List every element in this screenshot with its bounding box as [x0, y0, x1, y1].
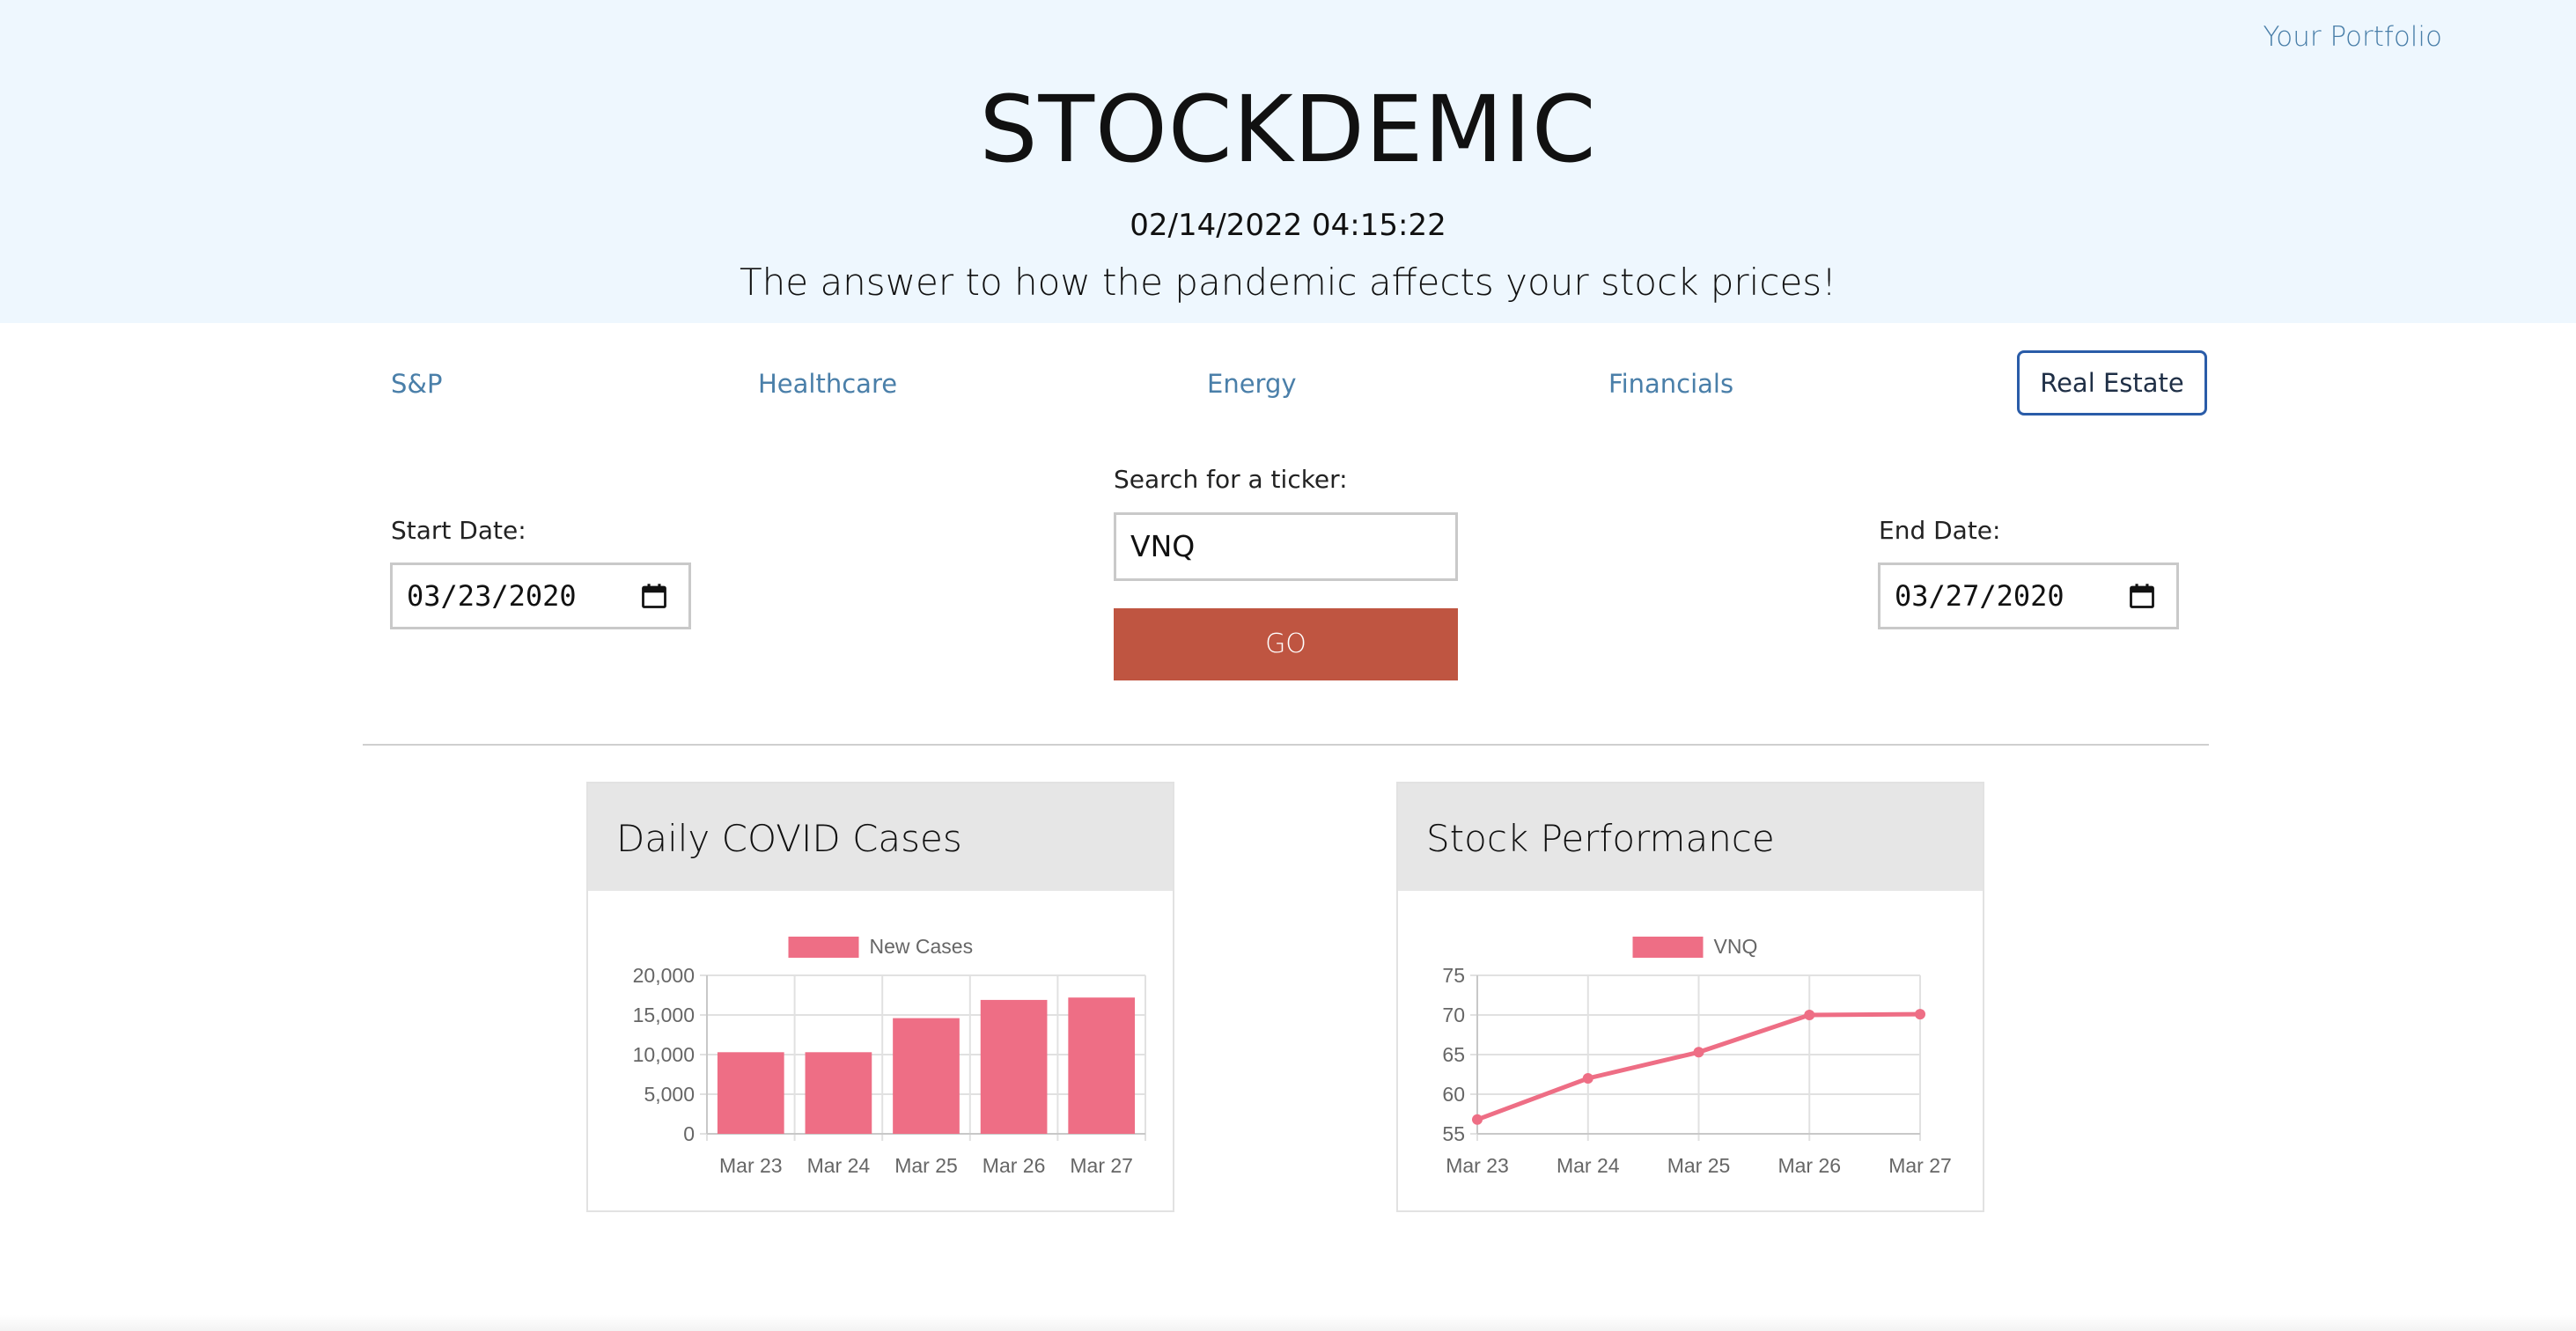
y-tick-label: 0 [683, 1122, 695, 1145]
x-tick-label: Mar 27 [1888, 1154, 1952, 1177]
y-tick-label: 70 [1442, 1004, 1465, 1026]
card-header: Stock Performance [1398, 783, 1983, 891]
go-button[interactable]: GO [1114, 608, 1458, 680]
x-tick-label: Mar 26 [983, 1154, 1046, 1177]
ticker-label: Search for a ticker: [1114, 465, 1348, 494]
sector-tab-real-estate[interactable]: Real Estate [2017, 350, 2207, 415]
page-header: Your Portfolio STOCKDEMIC 02/14/2022 04:… [0, 0, 2576, 323]
x-tick-label: Mar 27 [1070, 1154, 1133, 1177]
tagline: The answer to how the pandemic affects y… [739, 261, 1836, 304]
y-tick-label: 55 [1442, 1122, 1465, 1145]
stock-performance-card: Stock Performance VNQ 75 70 65 60 55 Mar 23 Mar… [1396, 782, 1984, 1212]
sector-tab-healthcare[interactable]: Healthcare [758, 368, 897, 400]
end-date-input[interactable]: 03/27/2020 [1878, 563, 2179, 629]
data-point [1693, 1047, 1704, 1058]
brand-title: STOCKDEMIC [979, 76, 1597, 183]
legend-swatch [788, 937, 859, 958]
stock-line-chart: VNQ 75 70 65 60 55 Mar 23 Mar 24 Mar 25 Mar 26 Mar… [1442, 935, 1952, 1177]
card-title: Stock Performance [1426, 817, 1775, 860]
sector-tab-energy[interactable]: Energy [1207, 368, 1297, 400]
ticker-search-input[interactable]: VNQ [1114, 512, 1458, 581]
data-point [1472, 1114, 1483, 1125]
card-title: Daily COVID Cases [616, 817, 962, 860]
covid-bar-chart: New Cases 20,000 15,000 10,000 5,000 0 Mar 23 M… [633, 935, 1146, 1177]
end-date-value: 03/27/2020 [1895, 579, 2064, 613]
bar [717, 1052, 784, 1134]
data-point [1582, 1073, 1593, 1084]
y-tick-label: 15,000 [633, 1004, 695, 1026]
end-date-label: End Date: [1879, 516, 2001, 545]
data-point [1915, 1009, 1925, 1020]
y-tick-label: 75 [1442, 964, 1465, 987]
bar [980, 999, 1048, 1134]
data-point [1804, 1010, 1815, 1020]
y-tick-label: 10,000 [633, 1043, 695, 1066]
bar [893, 1018, 960, 1134]
x-tick-label: Mar 24 [807, 1154, 871, 1177]
y-tick-label: 5,000 [644, 1083, 695, 1106]
sector-tab-financials[interactable]: Financials [1608, 368, 1733, 400]
start-date-label: Start Date: [391, 516, 526, 545]
legend-label: New Cases [870, 935, 974, 958]
calendar-icon[interactable] [2129, 583, 2155, 609]
sector-tab-sp[interactable]: S&P [391, 368, 443, 400]
y-tick-label: 20,000 [633, 964, 695, 987]
x-tick-label: Mar 25 [894, 1154, 958, 1177]
y-tick-label: 60 [1442, 1083, 1465, 1106]
y-tick-label: 65 [1442, 1043, 1465, 1066]
page-bottom-shadow [0, 1315, 2576, 1331]
current-datetime: 02/14/2022 04:15:22 [1130, 208, 1446, 243]
card-header: Daily COVID Cases [588, 783, 1173, 891]
x-tick-label: Mar 25 [1667, 1154, 1731, 1177]
portfolio-link[interactable]: Your Portfolio [2263, 21, 2442, 53]
legend-swatch [1632, 937, 1704, 958]
start-date-value: 03/23/2020 [407, 579, 577, 613]
covid-cases-card: Daily COVID Cases New Cases 20,000 15,000 1… [586, 782, 1174, 1212]
start-date-input[interactable]: 03/23/2020 [390, 563, 691, 629]
legend-label: VNQ [1714, 935, 1758, 958]
x-tick-label: Mar 26 [1777, 1154, 1841, 1177]
calendar-icon[interactable] [641, 583, 667, 609]
bar [805, 1052, 872, 1134]
x-tick-label: Mar 23 [719, 1154, 783, 1177]
section-divider [363, 744, 2209, 746]
bar [1068, 997, 1136, 1134]
x-tick-label: Mar 24 [1557, 1154, 1620, 1177]
x-tick-label: Mar 23 [1446, 1154, 1509, 1177]
